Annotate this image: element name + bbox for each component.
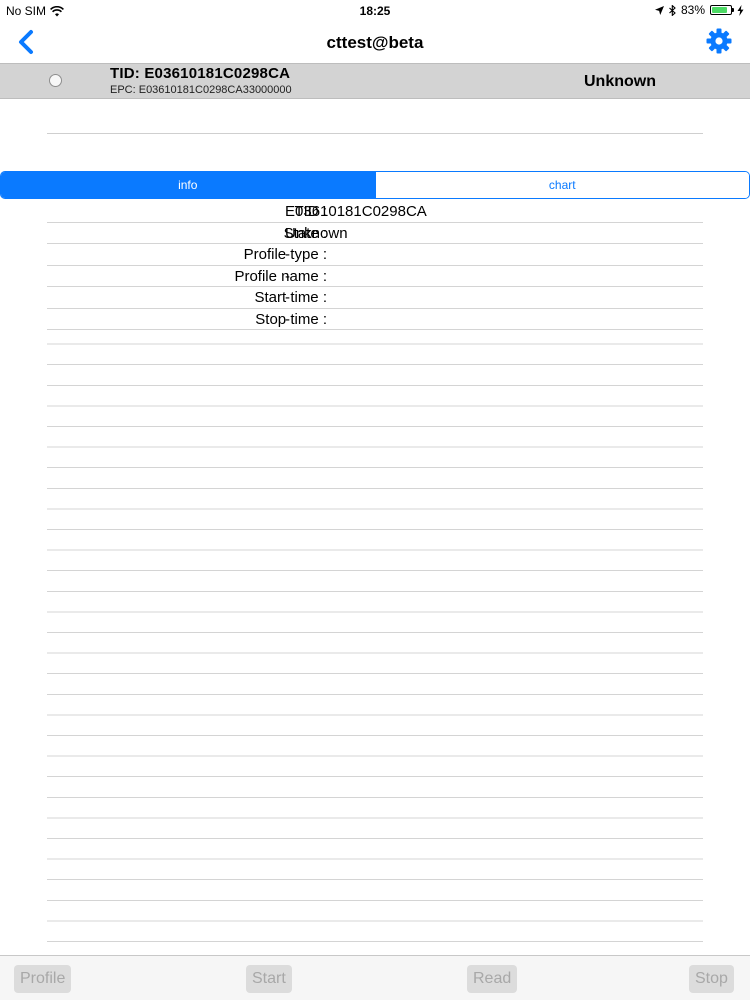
info-value: - <box>285 246 290 263</box>
info-value: E03610181C0298CA <box>285 203 427 220</box>
info-label: Profile name : <box>234 267 327 285</box>
info-row-profile-type: Profile type : - <box>47 244 703 266</box>
selected-tag-row[interactable]: TID: E03610181C0298CA EPC: E03610181C029… <box>0 63 750 99</box>
segmented-control: info chart <box>0 171 750 199</box>
bottom-toolbar: Profile Start Read Stop <box>0 955 750 1000</box>
settings-button[interactable] <box>706 28 732 54</box>
charging-bolt-icon <box>737 4 744 16</box>
empty-table-rows <box>47 324 703 942</box>
info-list: TID : E03610181C0298CA State : Unknown P… <box>47 201 703 330</box>
location-arrow-icon <box>654 5 664 15</box>
info-value: Unknown <box>285 224 348 242</box>
page-title: cttest@beta <box>326 33 424 52</box>
tag-tid: TID: E03610181C0298CA <box>110 65 291 82</box>
info-row-tid: TID : E03610181C0298CA <box>47 201 703 223</box>
read-button[interactable]: Read <box>467 965 518 993</box>
info-value: - <box>285 289 290 306</box>
status-time: 18:25 <box>359 4 391 18</box>
tag-radio-button[interactable] <box>49 74 62 87</box>
status-bar: No SIM 18:25 83% <box>0 0 750 22</box>
tab-chart[interactable]: chart <box>374 172 749 198</box>
info-value: - <box>285 267 290 285</box>
info-row-start-time: Start time : - <box>47 287 703 309</box>
battery-fill <box>712 7 727 13</box>
tag-state: Unknown <box>584 73 656 90</box>
info-label: Start time : <box>254 289 327 306</box>
tab-info[interactable]: info <box>1 172 375 198</box>
battery-icon <box>710 5 734 15</box>
status-right: 83% <box>654 3 744 17</box>
navigation-bar: cttest@beta <box>0 22 750 64</box>
info-row-state: State : Unknown <box>47 223 703 244</box>
gear-icon <box>706 28 732 54</box>
bluetooth-icon <box>669 4 676 16</box>
battery-percent: 83% <box>680 3 705 17</box>
info-row-profile-name: Profile name : - <box>47 266 703 287</box>
tag-epc: EPC: E03610181C0298CA33000000 <box>110 84 292 96</box>
divider <box>47 133 703 134</box>
profile-button[interactable]: Profile <box>14 965 72 993</box>
stop-button[interactable]: Stop <box>689 965 734 993</box>
start-button[interactable]: Start <box>246 965 292 993</box>
